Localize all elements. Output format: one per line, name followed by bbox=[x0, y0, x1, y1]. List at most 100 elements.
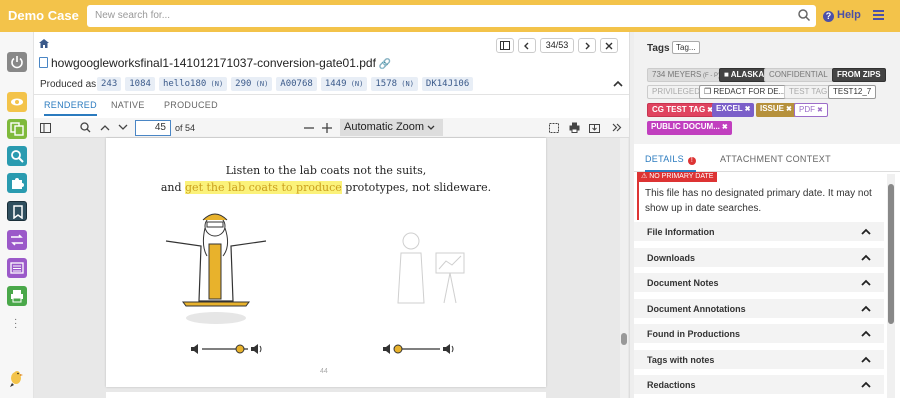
remove-tag-icon[interactable]: ✖ bbox=[815, 107, 823, 114]
canary-logo-icon bbox=[8, 368, 26, 393]
magnifier-icon bbox=[11, 150, 24, 163]
search-button[interactable] bbox=[7, 146, 27, 166]
presentation-mode-icon[interactable] bbox=[549, 123, 559, 133]
power-button[interactable] bbox=[7, 52, 27, 72]
tab-produced[interactable]: PRODUCED bbox=[164, 100, 218, 110]
zoom-out-icon[interactable] bbox=[304, 127, 314, 129]
zoom-select[interactable]: Automatic Zoom bbox=[340, 119, 443, 136]
tag-sublabel: (F - P) bbox=[701, 73, 721, 79]
page-count: of 54 bbox=[175, 123, 196, 133]
tag-chip[interactable]: ■ ALASKA bbox=[719, 68, 770, 82]
pdf-canvas[interactable]: Listen to the lab coats not the suits, a… bbox=[34, 138, 629, 402]
tag-chip[interactable]: TEST TAG bbox=[784, 85, 833, 99]
highlighted-text[interactable]: get the lab coats to produce bbox=[185, 181, 342, 194]
produced-tag[interactable]: 1084 bbox=[125, 77, 155, 91]
tab-rendered[interactable]: RENDERED bbox=[44, 100, 97, 116]
copy-button[interactable] bbox=[7, 119, 27, 139]
viewer-scrollbar[interactable] bbox=[620, 138, 628, 398]
tag-chip[interactable]: TEST12_7 bbox=[828, 85, 877, 99]
list-button[interactable] bbox=[7, 258, 27, 278]
tags-heading: Tags bbox=[647, 43, 670, 54]
viewer-scroll-thumb[interactable] bbox=[621, 333, 627, 345]
question-icon: ? bbox=[823, 11, 834, 22]
produced-tag[interactable]: hello180 (N) bbox=[158, 77, 228, 91]
chevron-up-icon[interactable] bbox=[613, 80, 623, 88]
search-input[interactable]: New search for... bbox=[87, 5, 816, 27]
tag-chip[interactable]: ❐ REDACT FOR DE... bbox=[699, 85, 791, 99]
tag-chip[interactable]: EXCEL ✖ bbox=[712, 103, 755, 117]
tag-label: REDACT FOR DE... bbox=[713, 87, 786, 96]
link-icon[interactable]: 🔗 bbox=[379, 59, 391, 70]
transfer-button[interactable] bbox=[7, 230, 27, 250]
search-icon[interactable] bbox=[797, 8, 811, 22]
tag-label: 734 MEYERS bbox=[652, 70, 702, 79]
page-number-input[interactable]: 45 bbox=[135, 120, 171, 136]
prev-document-button[interactable] bbox=[518, 38, 536, 53]
produced-tag[interactable]: A00768 bbox=[276, 77, 317, 91]
home-icon[interactable] bbox=[39, 39, 49, 48]
tag-chip[interactable]: 734 MEYERS (F - P) bbox=[647, 68, 726, 82]
zoom-in-icon[interactable] bbox=[322, 123, 332, 133]
tag-label: TEST12_7 bbox=[833, 87, 872, 96]
toggle-panel-button[interactable] bbox=[496, 38, 514, 53]
case-name[interactable]: Demo Case bbox=[8, 8, 79, 23]
tag-label: TEST TAG bbox=[789, 87, 828, 96]
help-link[interactable]: ? Help bbox=[823, 9, 861, 22]
chevron-left-icon bbox=[524, 42, 529, 50]
bookmark-button[interactable] bbox=[7, 201, 27, 221]
print-button[interactable] bbox=[7, 286, 27, 306]
remove-tag-icon[interactable]: ✖ bbox=[743, 106, 751, 113]
tab-attachment-context[interactable]: ATTACHMENT CONTEXT bbox=[720, 154, 831, 164]
tag-label: PUBLIC DOCUM... bbox=[651, 122, 720, 131]
detail-section-header[interactable]: Found in Productions bbox=[634, 324, 884, 344]
detail-section-header[interactable]: Tags with notes bbox=[634, 349, 884, 370]
detail-section-header[interactable]: Redactions bbox=[634, 375, 884, 395]
zoom-value: Automatic Zoom bbox=[344, 121, 425, 133]
tag-chip[interactable]: CG TEST TAG ✖ bbox=[647, 103, 718, 117]
detail-section-header[interactable]: Document Notes bbox=[634, 273, 884, 293]
produced-tag-text: 1449 bbox=[324, 79, 347, 89]
detail-section-header[interactable]: Downloads bbox=[634, 247, 884, 268]
produced-tag[interactable]: DK14J106 bbox=[421, 77, 474, 91]
page-text-line-1: Listen to the lab coats not the suits, bbox=[225, 164, 427, 177]
audio-slider-right[interactable] bbox=[382, 342, 456, 356]
tab-native[interactable]: NATIVE bbox=[111, 100, 145, 110]
find-icon[interactable] bbox=[80, 122, 91, 133]
tag-label: CG TEST TAG bbox=[652, 105, 706, 114]
detail-section-header[interactable]: Document Annotations bbox=[634, 298, 884, 319]
details-scrollbar[interactable] bbox=[887, 174, 895, 398]
tag-chip[interactable]: PUBLIC DOCUM... ✖ bbox=[647, 121, 732, 135]
produced-tag-text: A00768 bbox=[280, 79, 313, 89]
next-document-button[interactable] bbox=[578, 38, 596, 53]
produced-tag[interactable]: 1578 (N) bbox=[371, 77, 418, 91]
tag-chip[interactable]: ISSUE ✖ bbox=[756, 103, 796, 117]
details-scroll-thumb[interactable] bbox=[888, 184, 894, 324]
next-page-icon[interactable] bbox=[118, 124, 128, 131]
top-bar: Demo Case New search for... ? Help bbox=[0, 0, 900, 32]
produced-tag[interactable]: 243 bbox=[97, 77, 122, 91]
tag-chip[interactable]: PDF ✖ bbox=[794, 103, 828, 117]
tag-label: ISSUE bbox=[760, 104, 785, 113]
produced-tag[interactable]: 290 (N) bbox=[231, 77, 273, 91]
detail-section-header[interactable]: File Information bbox=[634, 222, 884, 242]
close-document-button[interactable] bbox=[600, 38, 618, 53]
remove-tag-icon[interactable]: ✖ bbox=[720, 124, 728, 131]
view-button[interactable] bbox=[7, 92, 27, 112]
line2-pre: and bbox=[160, 181, 186, 194]
remove-tag-icon[interactable]: ✖ bbox=[784, 106, 792, 113]
tag-chip[interactable]: CONFIDENTIAL bbox=[764, 68, 833, 82]
tab-details[interactable]: DETAILS! bbox=[645, 154, 696, 172]
previous-page-icon[interactable] bbox=[100, 124, 110, 131]
add-tag-button[interactable]: Tag... bbox=[672, 41, 700, 54]
download-icon[interactable] bbox=[589, 122, 600, 133]
sidebar-toggle-icon[interactable] bbox=[40, 123, 51, 133]
produced-tag[interactable]: 1449 (N) bbox=[320, 77, 368, 91]
audio-slider-left[interactable] bbox=[190, 342, 264, 356]
hamburger-menu-icon[interactable] bbox=[873, 10, 884, 20]
tag-chip[interactable]: PRIVILEGED bbox=[647, 85, 706, 99]
more-options-icon[interactable]: · · · bbox=[14, 315, 18, 333]
extensions-button[interactable] bbox=[7, 173, 27, 193]
double-chevron-right-icon[interactable] bbox=[612, 123, 622, 132]
tag-chip[interactable]: FROM ZIPS bbox=[832, 68, 886, 82]
printer-icon[interactable] bbox=[569, 122, 580, 133]
